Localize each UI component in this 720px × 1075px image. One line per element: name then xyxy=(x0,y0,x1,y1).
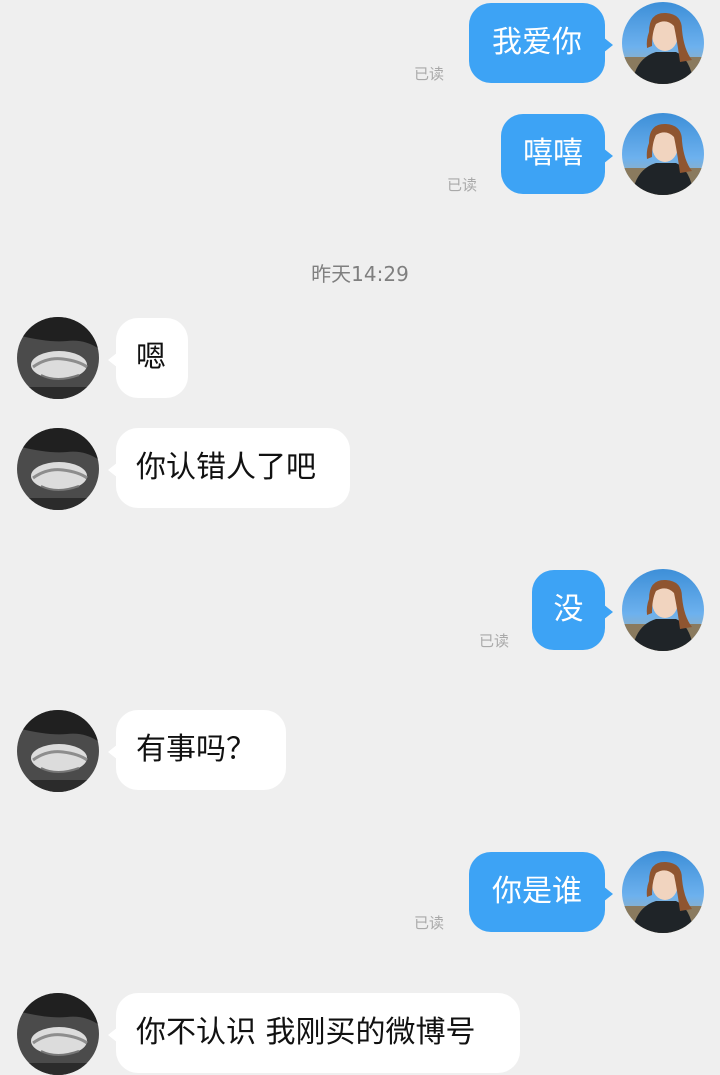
message-text: 你认错人了吧 xyxy=(136,450,316,485)
outgoing-message-bubble[interactable]: 嘻嘻 xyxy=(501,114,613,194)
incoming-message-bubble[interactable]: 嗯 xyxy=(108,318,188,398)
woman-avatar-icon xyxy=(622,2,704,84)
message-text: 你不认识 我刚买的微博号 xyxy=(136,1015,476,1050)
contact-avatar[interactable] xyxy=(17,317,99,399)
message-text: 你是谁 xyxy=(492,874,582,909)
contact-avatar[interactable] xyxy=(17,993,99,1075)
chat-thread[interactable]: 我爱你 已读 嘻嘻 已读 昨天14:29 嗯 你认错人了吧 没 已读 有事吗？ … xyxy=(0,0,720,1075)
my-avatar[interactable] xyxy=(622,2,704,84)
read-receipt: 已读 xyxy=(414,914,445,932)
read-receipt: 已读 xyxy=(447,176,478,194)
message-text: 嗯 xyxy=(136,340,166,375)
message-text: 嘻嘻 xyxy=(523,136,583,171)
contact-avatar[interactable] xyxy=(17,428,99,510)
my-avatar[interactable] xyxy=(622,851,704,933)
message-text: 有事吗？ xyxy=(136,732,256,767)
woman-avatar-icon xyxy=(622,569,704,651)
my-avatar[interactable] xyxy=(622,113,704,195)
incoming-message-bubble[interactable]: 你认错人了吧 xyxy=(108,428,350,508)
outgoing-message-bubble[interactable]: 我爱你 xyxy=(469,3,613,83)
man-portrait-avatar-icon xyxy=(17,710,99,792)
message-text: 没 xyxy=(553,592,584,627)
woman-avatar-icon xyxy=(622,851,704,933)
timestamp-divider: 昨天14:29 xyxy=(311,262,409,286)
outgoing-message-bubble[interactable]: 你是谁 xyxy=(469,852,613,932)
read-receipt: 已读 xyxy=(414,65,445,83)
incoming-message-bubble[interactable]: 你不认识 我刚买的微博号 xyxy=(108,993,520,1073)
woman-avatar-icon xyxy=(622,113,704,195)
message-text: 我爱你 xyxy=(492,25,582,60)
outgoing-message-bubble[interactable]: 没 xyxy=(532,570,613,650)
man-portrait-avatar-icon xyxy=(17,993,99,1075)
man-portrait-avatar-icon xyxy=(17,317,99,399)
incoming-message-bubble[interactable]: 有事吗？ xyxy=(108,710,286,790)
man-portrait-avatar-icon xyxy=(17,428,99,510)
read-receipt: 已读 xyxy=(479,632,510,650)
my-avatar[interactable] xyxy=(622,569,704,651)
contact-avatar[interactable] xyxy=(17,710,99,792)
